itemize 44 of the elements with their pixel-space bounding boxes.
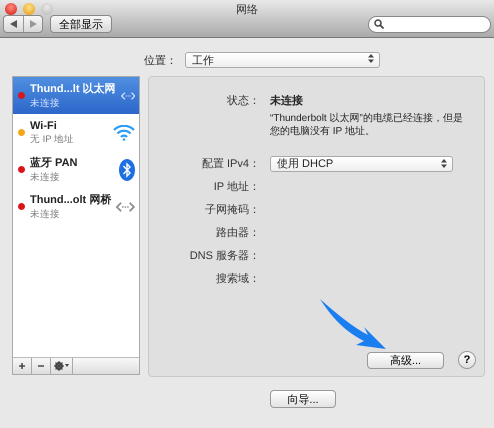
gear-menu-button[interactable] — [51, 358, 73, 374]
assistant-button[interactable]: 向导... — [270, 390, 336, 408]
status-description: “Thunderbolt 以太网”的电缆已经连接，但是您的电脑没有 IP 地址。 — [270, 112, 464, 138]
location-value: 工作 — [192, 54, 214, 68]
updown-icon — [441, 159, 447, 168]
add-button[interactable]: + — [13, 358, 32, 374]
location-select[interactable]: 工作 — [185, 52, 380, 68]
service-status: 未连接 — [30, 97, 61, 110]
wifi-icon — [113, 124, 135, 140]
location-label: 位置： — [144, 54, 177, 68]
service-name: Thund...lt 以太网 — [30, 82, 116, 96]
advanced-button[interactable]: 高级... — [367, 352, 444, 368]
service-status: 未连接 — [30, 208, 61, 221]
help-button[interactable]: ? — [458, 351, 476, 369]
status-label: 状态： — [226, 94, 260, 108]
service-item[interactable]: Wi-Fi 无 IP 地址 — [13, 114, 139, 151]
service-item[interactable]: Thund...lt 以太网 未连接 — [13, 77, 139, 114]
left-triangle-icon — [10, 20, 18, 28]
service-item[interactable]: Thund...olt 网桥 未连接 — [13, 188, 139, 225]
field-label: 搜索域： — [215, 272, 260, 286]
window-title: 网络 — [235, 3, 259, 17]
service-item[interactable]: 蓝牙 PAN 未连接 — [13, 151, 139, 188]
field-label: DNS 服务器： — [188, 249, 260, 263]
close-button[interactable] — [5, 3, 17, 15]
remove-button[interactable]: − — [32, 358, 51, 374]
field-label: 路由器： — [215, 226, 260, 240]
service-name: Thund...olt 网桥 — [30, 192, 112, 207]
right-triangle-icon — [29, 20, 37, 28]
ipv4-select[interactable]: 使用 DHCP — [270, 156, 453, 172]
select-value: 使用 DHCP — [277, 157, 334, 171]
field-label: 子网掩码： — [204, 203, 260, 217]
search-field[interactable] — [368, 16, 491, 32]
status-value: 未连接 — [270, 94, 303, 108]
service-status: 未连接 — [30, 171, 61, 184]
service-name: Wi-Fi — [30, 120, 58, 132]
show-all-button[interactable]: 全部显示 — [50, 15, 112, 33]
field-label: 配置 IPv4： — [200, 157, 260, 171]
arrows-icon — [120, 90, 135, 102]
service-name: 蓝牙 PAN — [30, 156, 78, 170]
service-status: 无 IP 地址 — [30, 132, 76, 146]
search-icon — [374, 19, 384, 29]
bluetooth-icon — [119, 158, 135, 180]
arrows-icon — [116, 200, 135, 212]
field-label: IP 地址： — [212, 180, 260, 194]
